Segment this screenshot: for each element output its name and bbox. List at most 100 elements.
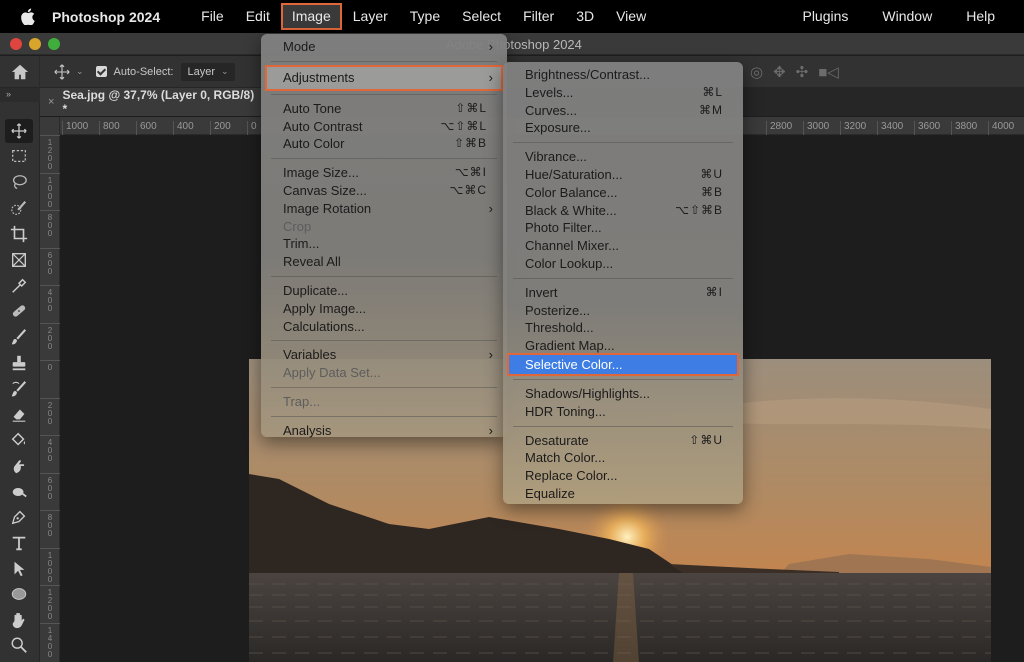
adjustments-submenu: Brightness/Contrast... Levels... ⌘L Curves.… [503, 62, 743, 504]
menu-item-black-white[interactable]: Black & White... ⌥⇧⌘B [503, 202, 743, 220]
ruler-origin[interactable] [40, 117, 60, 135]
menu-item-selective-color[interactable]: Selective Color... [507, 352, 739, 376]
menu-item-posterize[interactable]: Posterize... [503, 302, 743, 320]
type-tool[interactable] [5, 531, 33, 555]
menu-item-image-size[interactable]: Image Size... ⌥⌘I [261, 164, 507, 182]
menu-item-curves[interactable]: Curves... ⌘M [503, 102, 743, 120]
close-tab-icon[interactable]: × [48, 96, 54, 108]
ruler-tick: 400 [40, 435, 60, 463]
ellipse-tool[interactable] [5, 582, 33, 606]
chevron-right-icon: › [488, 200, 493, 216]
image-menu-dropdown: Mode › Adjustments › Auto Tone ⇧⌘L Auto Contra… [261, 34, 507, 440]
eyedropper-tool[interactable] [5, 274, 33, 298]
ruler-tick: 1000 [62, 121, 88, 135]
move-tool[interactable] [5, 119, 33, 143]
ruler-tick: 1000 [40, 547, 60, 584]
auto-select-checkbox[interactable] [95, 66, 107, 77]
quick-selection-tool[interactable] [5, 196, 33, 220]
menu-item-shadows-highlights[interactable]: Shadows/Highlights... [503, 385, 743, 403]
menu-item-replace-color[interactable]: Replace Color... [503, 467, 743, 485]
pen-tool[interactable] [5, 505, 33, 529]
menu-item-match-color[interactable]: Match Color... [503, 449, 743, 467]
menu-item-trim[interactable]: Trim... [261, 235, 507, 253]
path-selection-tool[interactable] [5, 557, 33, 581]
menu-item-variables[interactable]: Variables › [261, 346, 507, 364]
menu-item-threshold[interactable]: Threshold... [503, 319, 743, 337]
menu-item-adjustments[interactable]: Adjustments › [265, 64, 503, 91]
menu-3d[interactable]: 3D [565, 3, 605, 30]
document-tab-sea[interactable]: × Sea.jpg @ 37,7% (Layer 0, RGB/8) * [40, 88, 262, 116]
menu-item-levels[interactable]: Levels... ⌘L [503, 84, 743, 102]
menu-item-label: Color Lookup... [525, 255, 614, 271]
menu-item-analysis[interactable]: Analysis › [261, 422, 507, 440]
menu-item-hue-saturation[interactable]: Hue/Saturation... ⌘U [503, 166, 743, 184]
keyboard-shortcut: ⌥⌘C [449, 182, 487, 197]
menu-item-photo-filter[interactable]: Photo Filter... [503, 219, 743, 237]
menu-item-apply-image[interactable]: Apply Image... [261, 300, 507, 318]
crop-tool[interactable] [5, 222, 33, 246]
menu-view[interactable]: View [605, 3, 657, 30]
menu-layer[interactable]: Layer [342, 3, 399, 30]
menu-item-auto-tone[interactable]: Auto Tone ⇧⌘L [261, 100, 507, 118]
menu-item-auto-contrast[interactable]: Auto Contrast ⌥⇧⌘L [261, 118, 507, 136]
menu-item-canvas-size[interactable]: Canvas Size... ⌥⌘C [261, 182, 507, 200]
menu-item-brightness-contrast[interactable]: Brightness/Contrast... [503, 66, 743, 84]
menu-item-hdr-toning[interactable]: HDR Toning... [503, 403, 743, 421]
dodge-tool[interactable] [5, 480, 33, 504]
menu-edit[interactable]: Edit [235, 3, 281, 30]
menu-item-reveal-all[interactable]: Reveal All [261, 253, 507, 271]
hand-icon [12, 613, 25, 629]
menu-item-duplicate[interactable]: Duplicate... [261, 282, 507, 300]
menu-item-exposure[interactable]: Exposure... [503, 119, 743, 137]
menu-item-invert[interactable]: Invert ⌘I [503, 284, 743, 302]
menu-item-auto-color[interactable]: Auto Color ⇧⌘B [261, 135, 507, 153]
chevron-down-icon: ⌄ [221, 66, 229, 76]
menu-item-image-rotation[interactable]: Image Rotation › [261, 200, 507, 218]
menu-item-channel-mixer[interactable]: Channel Mixer... [503, 237, 743, 255]
chevron-down-icon: ⌄ [76, 66, 84, 76]
clone-stamp-tool[interactable] [5, 351, 33, 375]
ruler-tick: 3200 [840, 121, 866, 135]
menu-separator [271, 60, 497, 62]
menu-item-equalize[interactable]: Equalize [503, 485, 743, 503]
orbit-3d-icon[interactable]: ◎ [750, 63, 763, 81]
menu-plugins[interactable]: Plugins [785, 3, 865, 30]
paint-bucket-tool[interactable] [5, 428, 33, 452]
app-name-menu[interactable]: Photoshop 2024 [52, 9, 160, 25]
menu-type[interactable]: Type [399, 3, 451, 30]
menu-filter[interactable]: Filter [512, 3, 565, 30]
menu-item-mode[interactable]: Mode › [261, 38, 507, 56]
auto-select-dropdown[interactable]: Layer ⌄ [181, 62, 235, 81]
menu-item-desaturate[interactable]: Desaturate ⇧⌘U [503, 432, 743, 450]
menu-image[interactable]: Image [280, 3, 342, 30]
menu-item-color-balance[interactable]: Color Balance... ⌘B [503, 184, 743, 202]
eraser-tool[interactable] [5, 402, 33, 426]
healing-brush-tool[interactable] [5, 299, 33, 323]
camera-3d-icon[interactable]: ■◁ [818, 63, 839, 81]
window-titlebar: Adobe Photoshop 2024 [0, 33, 1024, 55]
hand-tool[interactable] [5, 608, 33, 632]
menu-select[interactable]: Select [451, 3, 512, 30]
menu-help[interactable]: Help [949, 3, 1012, 30]
smudge-tool[interactable] [5, 454, 33, 478]
menu-item-calculations[interactable]: Calculations... [261, 318, 507, 336]
home-button[interactable] [0, 55, 40, 88]
pan-3d-icon[interactable]: ✥ [773, 63, 786, 81]
frame-tool[interactable] [5, 248, 33, 272]
menu-item-color-lookup[interactable]: Color Lookup... [503, 255, 743, 273]
menu-item-label: Apply Image... [283, 300, 367, 316]
apple-logo-icon[interactable] [18, 8, 36, 26]
menu-window[interactable]: Window [865, 3, 949, 30]
brush-tool[interactable] [5, 325, 33, 349]
move-tool-preset-picker[interactable]: ⌄ [54, 63, 84, 80]
slide-3d-icon[interactable]: ✣ [796, 63, 809, 81]
toolbar-collapse-toggle[interactable]: » [0, 88, 40, 102]
lasso-tool[interactable] [5, 170, 33, 194]
history-brush-tool[interactable] [5, 377, 33, 401]
keyboard-shortcut: ⌥⇧⌘B [675, 202, 723, 217]
marquee-tool[interactable] [5, 144, 33, 168]
zoom-tool[interactable] [5, 633, 33, 657]
menu-item-gradient-map[interactable]: Gradient Map... [503, 337, 743, 355]
menu-file[interactable]: File [190, 3, 235, 30]
menu-item-vibrance[interactable]: Vibrance... [503, 148, 743, 166]
